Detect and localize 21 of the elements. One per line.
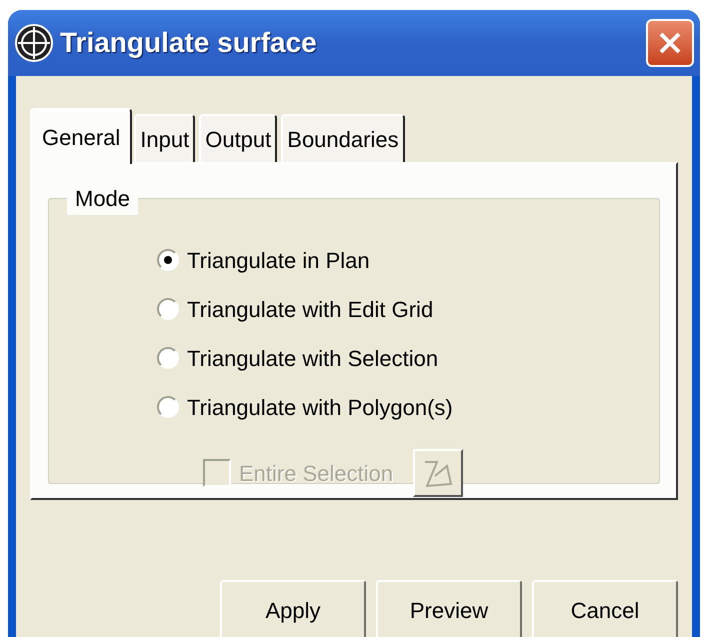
tab[interactable]: Boundaries [281,114,405,162]
polygon-select-button[interactable] [413,449,464,497]
globe-icon [14,23,54,63]
dialog-button[interactable]: Preview [376,580,522,637]
radio-button[interactable] [157,396,179,418]
dialog-button[interactable]: Apply [220,580,366,637]
close-icon [657,30,683,56]
radio-label: Triangulate with Selection [187,344,438,373]
tab[interactable]: Output [199,114,278,162]
tab[interactable]: Input [134,114,196,162]
radio-button[interactable] [157,347,179,369]
radio-button[interactable] [157,249,179,271]
radio-label: Triangulate with Edit Grid [187,296,434,324]
close-button[interactable] [646,19,694,67]
dialog-button[interactable]: Cancel [532,580,678,637]
window-title: Triangulate surface [60,26,318,60]
radio-button[interactable] [157,298,179,320]
tab[interactable]: General [30,108,132,164]
checkbox-label: Entire Selection [239,460,394,488]
radio-label: Triangulate with Polygon(s) [187,394,453,422]
radio-label: Triangulate in Plan [187,246,370,275]
